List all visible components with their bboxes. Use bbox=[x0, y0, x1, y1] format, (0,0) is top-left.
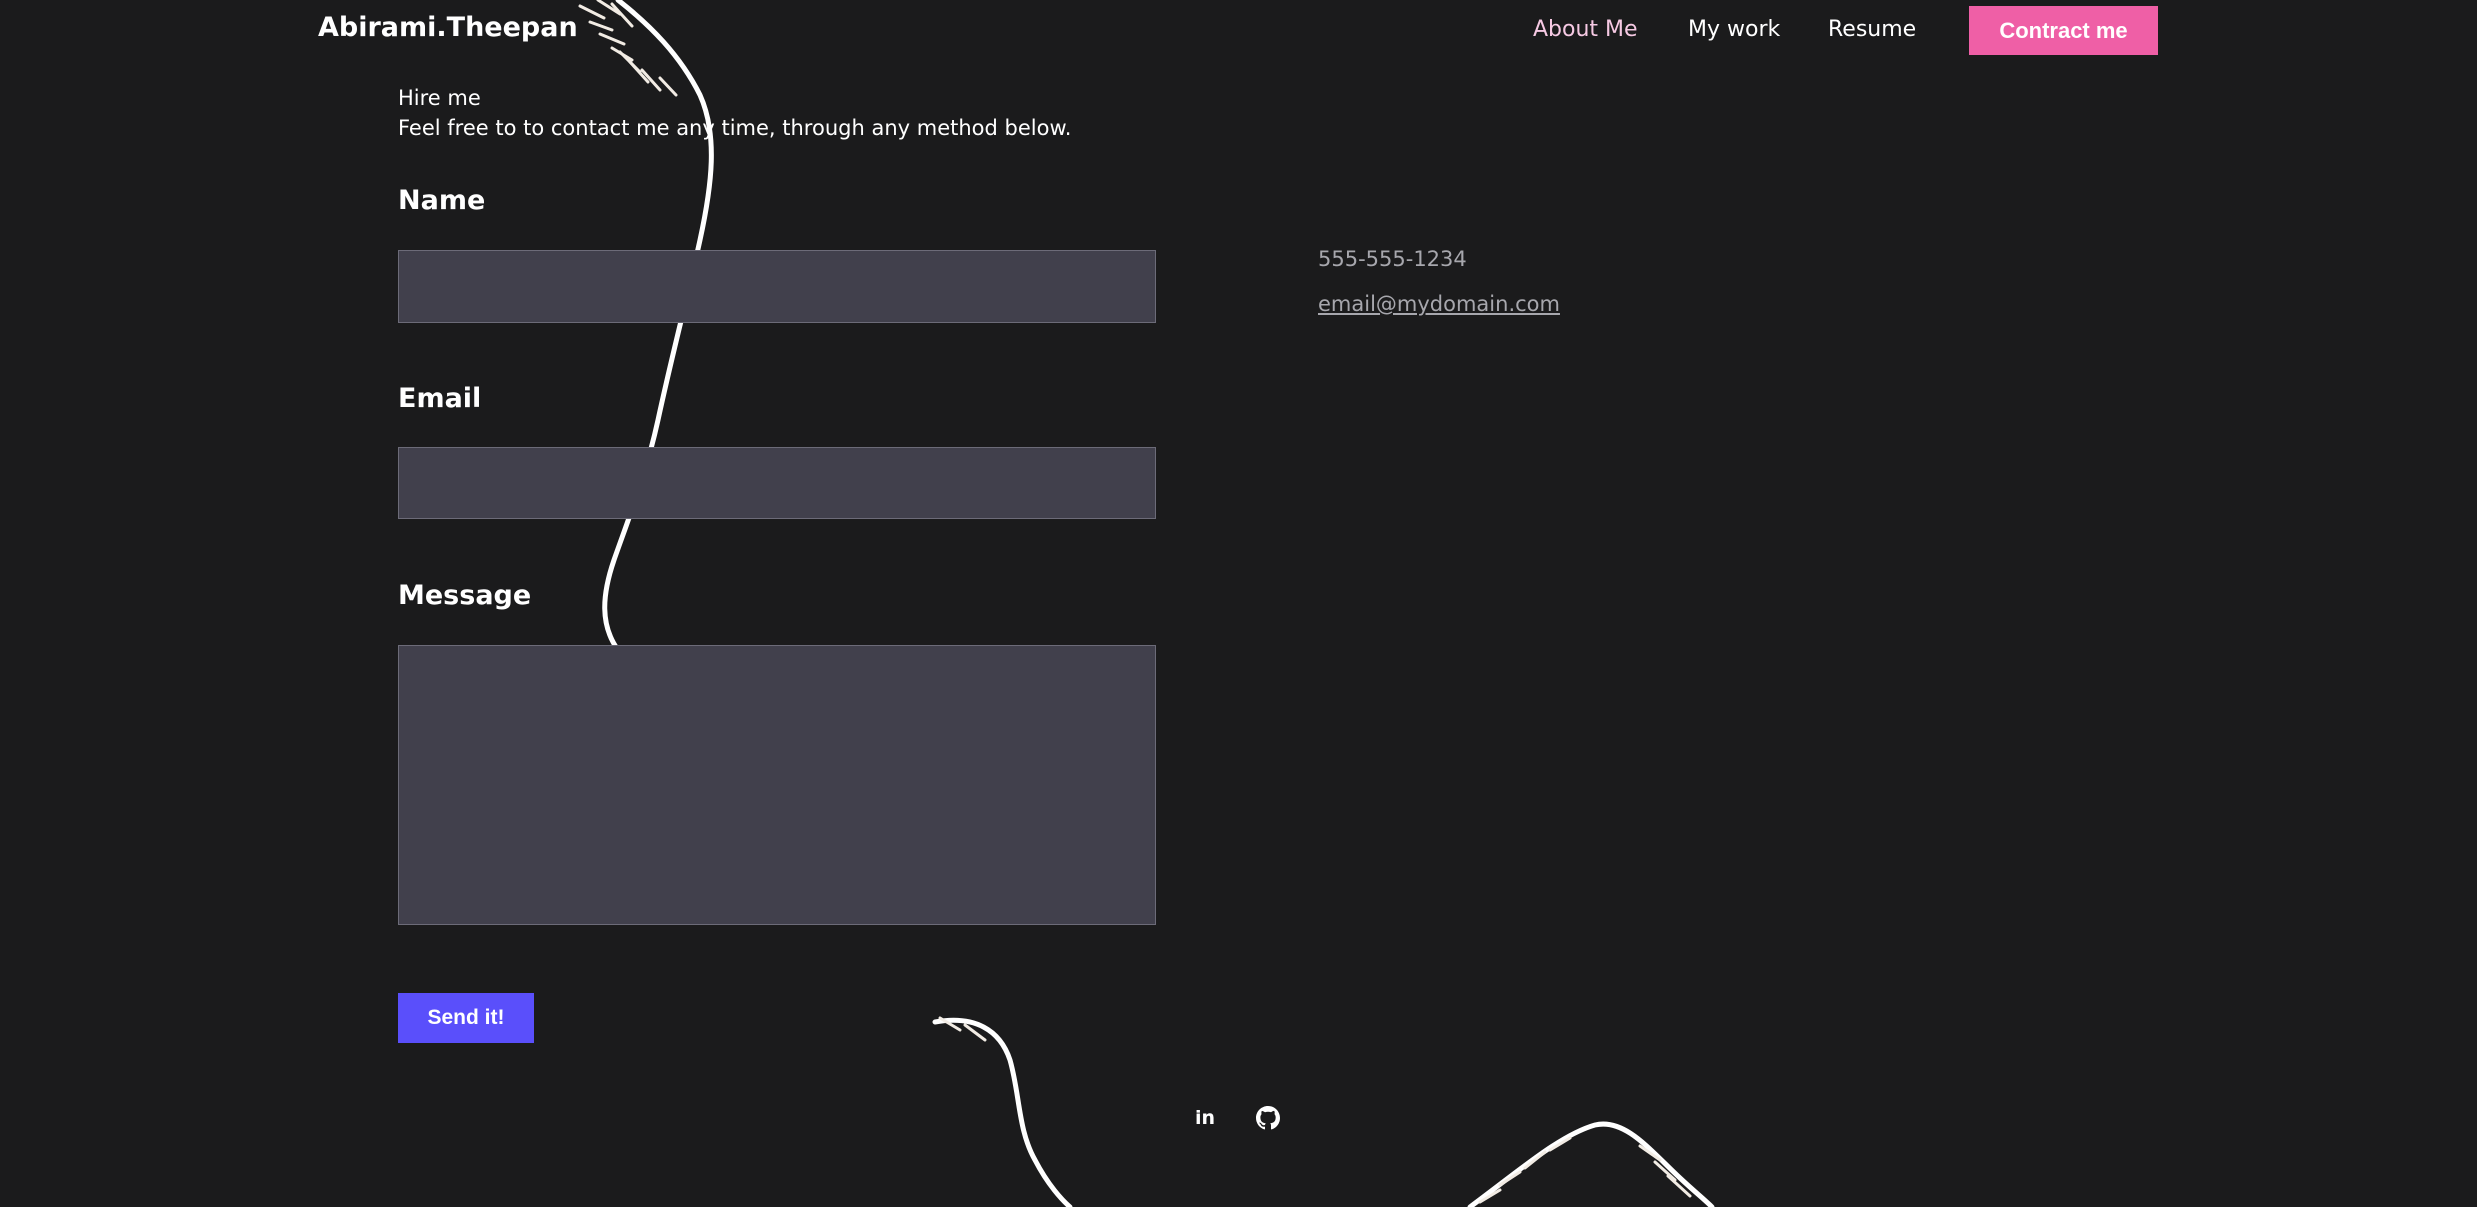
section-title: Hire me bbox=[398, 86, 481, 110]
github-icon[interactable] bbox=[1254, 1104, 1282, 1132]
nav-item-resume[interactable]: Resume bbox=[1828, 17, 1916, 42]
contact-me-button[interactable]: Contract me bbox=[1969, 6, 2158, 55]
email-input[interactable] bbox=[398, 447, 1156, 519]
brand-logo[interactable]: Abirami.Theepan bbox=[318, 12, 578, 43]
email-link[interactable]: email@mydomain.com bbox=[1318, 292, 1560, 316]
email-label: Email bbox=[398, 383, 482, 414]
nav-item-my-work[interactable]: My work bbox=[1688, 17, 1780, 42]
linkedin-icon[interactable]: in bbox=[1191, 1104, 1219, 1132]
send-button[interactable]: Send it! bbox=[398, 993, 534, 1043]
message-textarea[interactable] bbox=[398, 645, 1156, 925]
name-input[interactable] bbox=[398, 250, 1156, 323]
phone-number: 555-555-1234 bbox=[1318, 247, 1467, 271]
message-label: Message bbox=[398, 580, 532, 611]
name-label: Name bbox=[398, 185, 486, 216]
linkedin-glyph: in bbox=[1194, 1106, 1216, 1129]
intro-text: Feel free to to contact me any time, thr… bbox=[398, 116, 1072, 140]
github-glyph bbox=[1256, 1106, 1280, 1130]
nav-item-about-me[interactable]: About Me bbox=[1533, 17, 1638, 42]
contact-page: Abirami.Theepan About Me My work Resume … bbox=[0, 0, 2477, 1207]
